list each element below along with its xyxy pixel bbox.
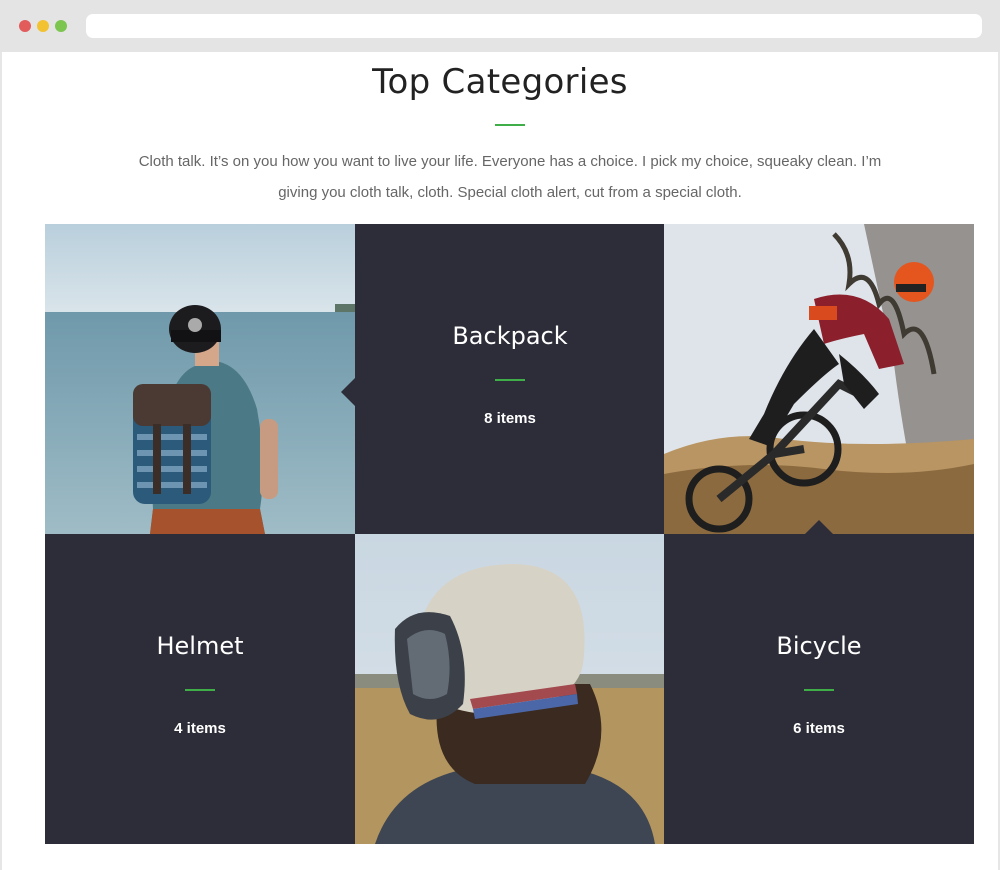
category-count: 4 items (174, 720, 226, 737)
category-tile-helmet[interactable]: Helmet 4 items (45, 534, 355, 844)
category-count: 6 items (793, 720, 845, 737)
category-name[interactable]: Backpack (355, 322, 665, 350)
bicycle-photo-icon (664, 224, 974, 534)
title-divider (495, 124, 525, 126)
helmet-photo-icon (355, 534, 665, 844)
pointer-arrow (805, 520, 833, 534)
helmet-image[interactable] (355, 534, 665, 844)
category-grid: Backpack 8 items Helmet 4 items Bicycle … (45, 224, 974, 844)
minimize-window-icon[interactable] (37, 20, 49, 32)
category-name[interactable]: Bicycle (664, 632, 974, 660)
pointer-arrow (341, 378, 355, 406)
category-divider (185, 689, 215, 691)
backpack-photo-icon (45, 224, 355, 534)
address-bar[interactable] (86, 14, 982, 38)
category-count: 8 items (484, 410, 536, 427)
pointer-arrow (341, 690, 355, 718)
category-tile-bicycle[interactable]: Bicycle 6 items (664, 534, 974, 844)
category-tile-backpack[interactable]: Backpack 8 items (355, 224, 665, 534)
category-divider (495, 379, 525, 381)
page-border-left (0, 52, 2, 870)
browser-chrome (0, 0, 1000, 52)
maximize-window-icon[interactable] (55, 20, 67, 32)
backpack-image[interactable] (45, 224, 355, 534)
category-name[interactable]: Helmet (45, 632, 355, 660)
bicycle-image[interactable] (664, 224, 974, 534)
section-title: Top Categories (372, 62, 628, 102)
category-divider (804, 689, 834, 691)
close-window-icon[interactable] (19, 20, 31, 32)
section-intro: Cloth talk. It’s on you how you want to … (138, 153, 882, 201)
